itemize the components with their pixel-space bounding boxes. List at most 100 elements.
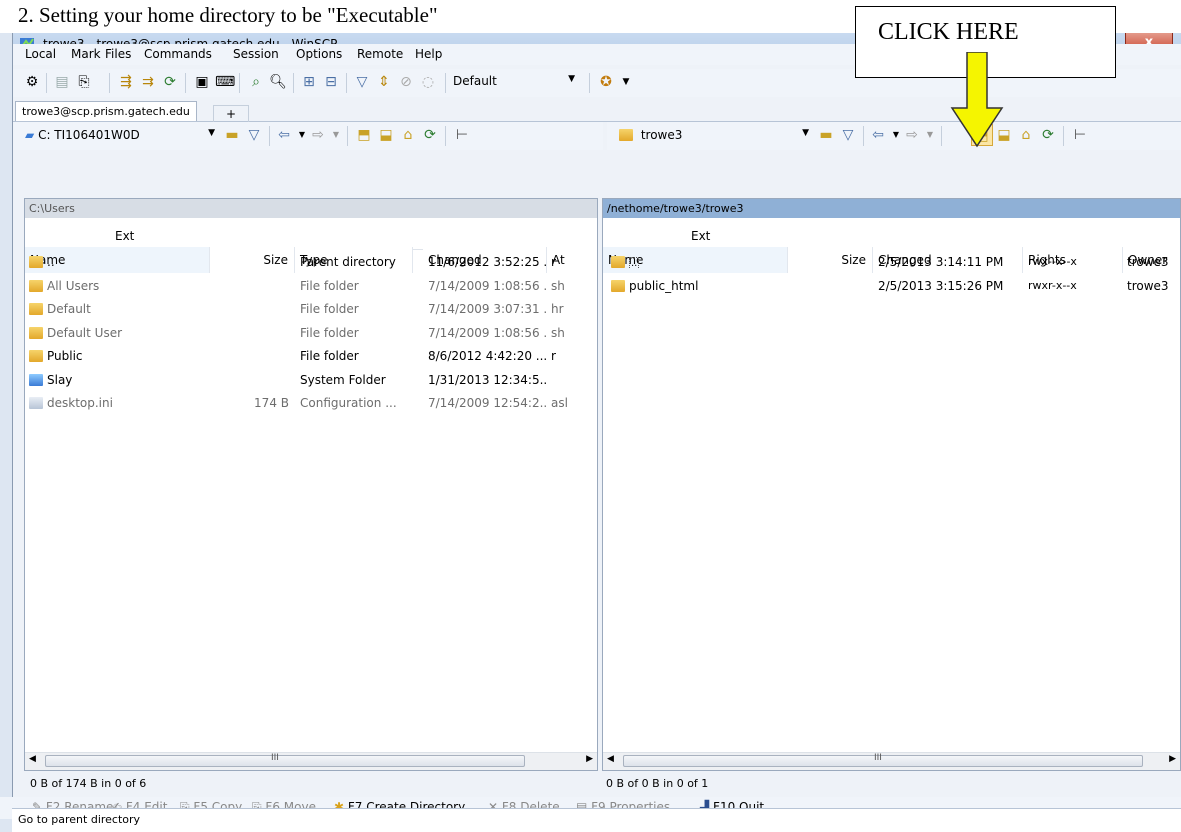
chevron-down-icon[interactable]: ▼	[617, 73, 635, 91]
file-name-cell: All Users	[29, 279, 209, 293]
new-tab-button[interactable]: +	[213, 105, 249, 122]
preferences-icon[interactable]: ✪	[597, 73, 615, 91]
remote-folder-label: trowe3	[640, 128, 683, 142]
menu-local[interactable]: Local	[25, 47, 56, 61]
refresh-icon[interactable]: ⟳	[421, 126, 439, 144]
table-row[interactable]: public_html 2/5/2013 3:15:26 PM rwxr-x--x t…	[603, 276, 1180, 299]
queue-icon[interactable]: ⇶	[117, 73, 135, 91]
file-rights: rwxr-x--x	[1028, 278, 1077, 292]
menu-help[interactable]: Help	[415, 47, 442, 61]
file-attributes: sh	[551, 278, 565, 293]
scroll-right-arrow[interactable]: ▶	[586, 754, 593, 764]
chevron-down-icon: ▼	[802, 128, 809, 138]
drive-selector[interactable]: ▰ C: TI106401W0D ▼	[19, 126, 219, 147]
home-icon[interactable]: ⌂	[1017, 126, 1035, 144]
local-header-row: Name Ext Size Type Changed At	[25, 223, 597, 273]
tab-session[interactable]: trowe3@scp.prism.gatech.edu	[15, 101, 197, 121]
scroll-left-arrow[interactable]: ◀	[29, 754, 36, 764]
open-folder-icon[interactable]: ▬	[817, 126, 835, 144]
column-ext[interactable]: Ext	[115, 223, 134, 249]
sort-icon[interactable]: ⇕	[375, 73, 393, 91]
file-type: File folder	[300, 278, 359, 293]
console-icon[interactable]: ▣	[193, 73, 211, 91]
menu-files[interactable]: Files	[105, 47, 131, 61]
open-folder-icon[interactable]: ▬	[223, 126, 241, 144]
file-type: File folder	[300, 302, 359, 316]
chevron-down-icon: ▼	[208, 128, 215, 138]
remote-folder-selector[interactable]: trowe3 ▼	[615, 126, 813, 147]
select-minus-icon[interactable]: ⊟	[322, 73, 340, 91]
table-row[interactable]: All Users File folder 7/14/2009 1:08:56 ..…	[25, 276, 597, 299]
tree-icon[interactable]: ⊢	[1071, 126, 1089, 144]
file-attributes: hr	[551, 302, 564, 316]
local-file-pane[interactable]: C:\Users Name Ext Size Type Changed At .…	[24, 198, 598, 771]
transfer-settings-combo[interactable]: Default ▼	[449, 72, 579, 92]
menu-mark[interactable]: Mark	[71, 47, 101, 61]
root-directory-icon[interactable]: ⬓	[377, 126, 395, 144]
filter-icon[interactable]: ▽	[839, 126, 857, 144]
menu-commands[interactable]: Commands	[144, 47, 212, 61]
find-files-icon[interactable]: ⌕	[247, 73, 265, 91]
table-row[interactable]: .. 2/5/2013 3:14:11 PM rwx--x--x trowe3	[603, 252, 1180, 275]
local-horizontal-scrollbar[interactable]: ◀ III ▶	[25, 752, 597, 770]
file-attributes: sh	[551, 325, 565, 340]
yellow-down-arrow-icon	[950, 52, 1004, 148]
file-owner: trowe3	[1127, 278, 1169, 293]
table-row[interactable]: Slay System Folder 1/31/2013 12:34:5...	[25, 370, 597, 393]
clear-icon[interactable]: ⊘	[397, 73, 415, 91]
select-plus-icon[interactable]: ⊞	[300, 73, 318, 91]
local-status: 0 B of 174 B in 0 of 6	[30, 777, 147, 790]
remote-horizontal-scrollbar[interactable]: ◀ III ▶	[603, 752, 1180, 770]
table-row[interactable]: Default User File folder 7/14/2009 1:08:56…	[25, 323, 597, 346]
column-ext[interactable]: Ext	[691, 223, 710, 249]
filter-icon[interactable]: ▽	[245, 126, 263, 144]
toolbar-separator	[445, 73, 446, 93]
cancel-icon[interactable]: ◌	[419, 73, 437, 91]
search-icon[interactable]: 🔍︎	[269, 73, 287, 91]
putty-icon[interactable]: ⌨	[215, 73, 235, 91]
scrollbar-grip: III	[271, 753, 279, 763]
scrollbar-thumb[interactable]: III	[45, 753, 525, 767]
file-type: System Folder	[300, 372, 386, 387]
file-name: public_html	[629, 278, 699, 293]
menu-session[interactable]: Session	[233, 47, 279, 61]
gear-icon[interactable]: ⚙	[23, 73, 41, 91]
menu-options[interactable]: Options	[296, 47, 342, 61]
folder-icon	[29, 373, 43, 386]
table-row[interactable]: .. Parent directory 11/6/2012 3:52:25 ... r	[25, 252, 597, 275]
transfer-icon[interactable]: ⇉	[139, 73, 157, 91]
table-row[interactable]: desktop.ini 174 B Configuration ... 7/14/20…	[25, 393, 597, 416]
home-icon[interactable]: ⌂	[399, 126, 417, 144]
file-owner: trowe3	[1127, 255, 1169, 269]
toolbar-separator	[589, 73, 590, 93]
scroll-right-arrow[interactable]: ▶	[1169, 754, 1176, 764]
table-row[interactable]: Public File folder 8/6/2012 4:42:20 ... r	[25, 346, 597, 369]
chevron-down-icon[interactable]: ▼	[327, 126, 345, 144]
file-attributes: r	[551, 349, 556, 363]
refresh-icon[interactable]: ⟳	[1039, 126, 1057, 144]
toolbar-separator	[269, 126, 270, 146]
back-icon[interactable]: ⇦	[869, 126, 887, 144]
chevron-down-icon[interactable]: ▼	[921, 126, 939, 144]
filter-icon[interactable]: ▽	[353, 73, 371, 91]
tree-icon[interactable]: ⊢	[453, 126, 471, 144]
file-name: Default User	[47, 325, 123, 340]
remote-file-pane[interactable]: /nethome/trowe3/trowe3 Name Ext Size Cha…	[602, 198, 1181, 771]
session-tabs: trowe3@scp.prism.gatech.edu +	[13, 99, 1181, 122]
compare-icon[interactable]: ▤	[53, 73, 71, 91]
transfer-settings-value: Default	[453, 74, 497, 88]
back-icon[interactable]: ⇦	[275, 126, 293, 144]
scrollbar-thumb[interactable]: III	[623, 753, 1143, 767]
forward-icon[interactable]: ⇨	[903, 126, 921, 144]
file-changed: 7/14/2009 1:08:56 ...	[428, 278, 546, 293]
menu-remote[interactable]: Remote	[357, 47, 403, 61]
refresh-icon[interactable]: ⟳	[161, 73, 179, 91]
file-changed: 11/6/2012 3:52:25 ...	[428, 255, 546, 269]
forward-icon[interactable]: ⇨	[309, 126, 327, 144]
parent-directory-icon[interactable]: ⬒	[355, 126, 373, 144]
file-size: 174 B	[254, 396, 289, 410]
folder-icon	[611, 279, 625, 292]
synchronize-icon[interactable]: ⎘	[75, 73, 93, 91]
table-row[interactable]: Default File folder 7/14/2009 3:07:31 ... h…	[25, 299, 597, 322]
scroll-left-arrow[interactable]: ◀	[607, 754, 614, 764]
